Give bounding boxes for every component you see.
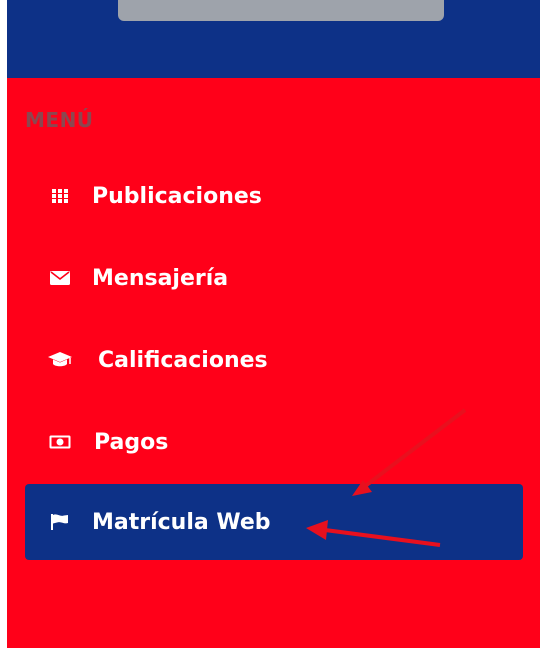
sidebar-item-label: Publicaciones	[92, 183, 262, 209]
sidebar-item-label: Mensajería	[92, 265, 229, 291]
flag-icon	[46, 512, 74, 532]
grid-icon	[46, 186, 74, 206]
money-icon	[46, 432, 74, 452]
sidebar-item-matricula-web[interactable]: Matrícula Web	[25, 484, 523, 560]
top-header	[7, 0, 540, 78]
sidebar-menu: MENÚ Publicaciones Mensajería Calificaci…	[7, 78, 540, 648]
sidebar-item-publicaciones[interactable]: Publicaciones	[25, 158, 523, 234]
envelope-icon	[46, 268, 74, 288]
sidebar-item-label: Matrícula Web	[92, 509, 271, 535]
sidebar-item-calificaciones[interactable]: Calificaciones	[25, 322, 523, 398]
sidebar-item-label: Calificaciones	[98, 347, 268, 373]
sidebar-item-mensajeria[interactable]: Mensajería	[25, 240, 523, 316]
header-search-bar[interactable]	[118, 0, 444, 21]
sidebar-item-label: Pagos	[94, 429, 169, 455]
graduation-cap-icon	[46, 350, 74, 370]
menu-heading: MENÚ	[25, 108, 94, 132]
sidebar-item-pagos[interactable]: Pagos	[25, 404, 523, 480]
